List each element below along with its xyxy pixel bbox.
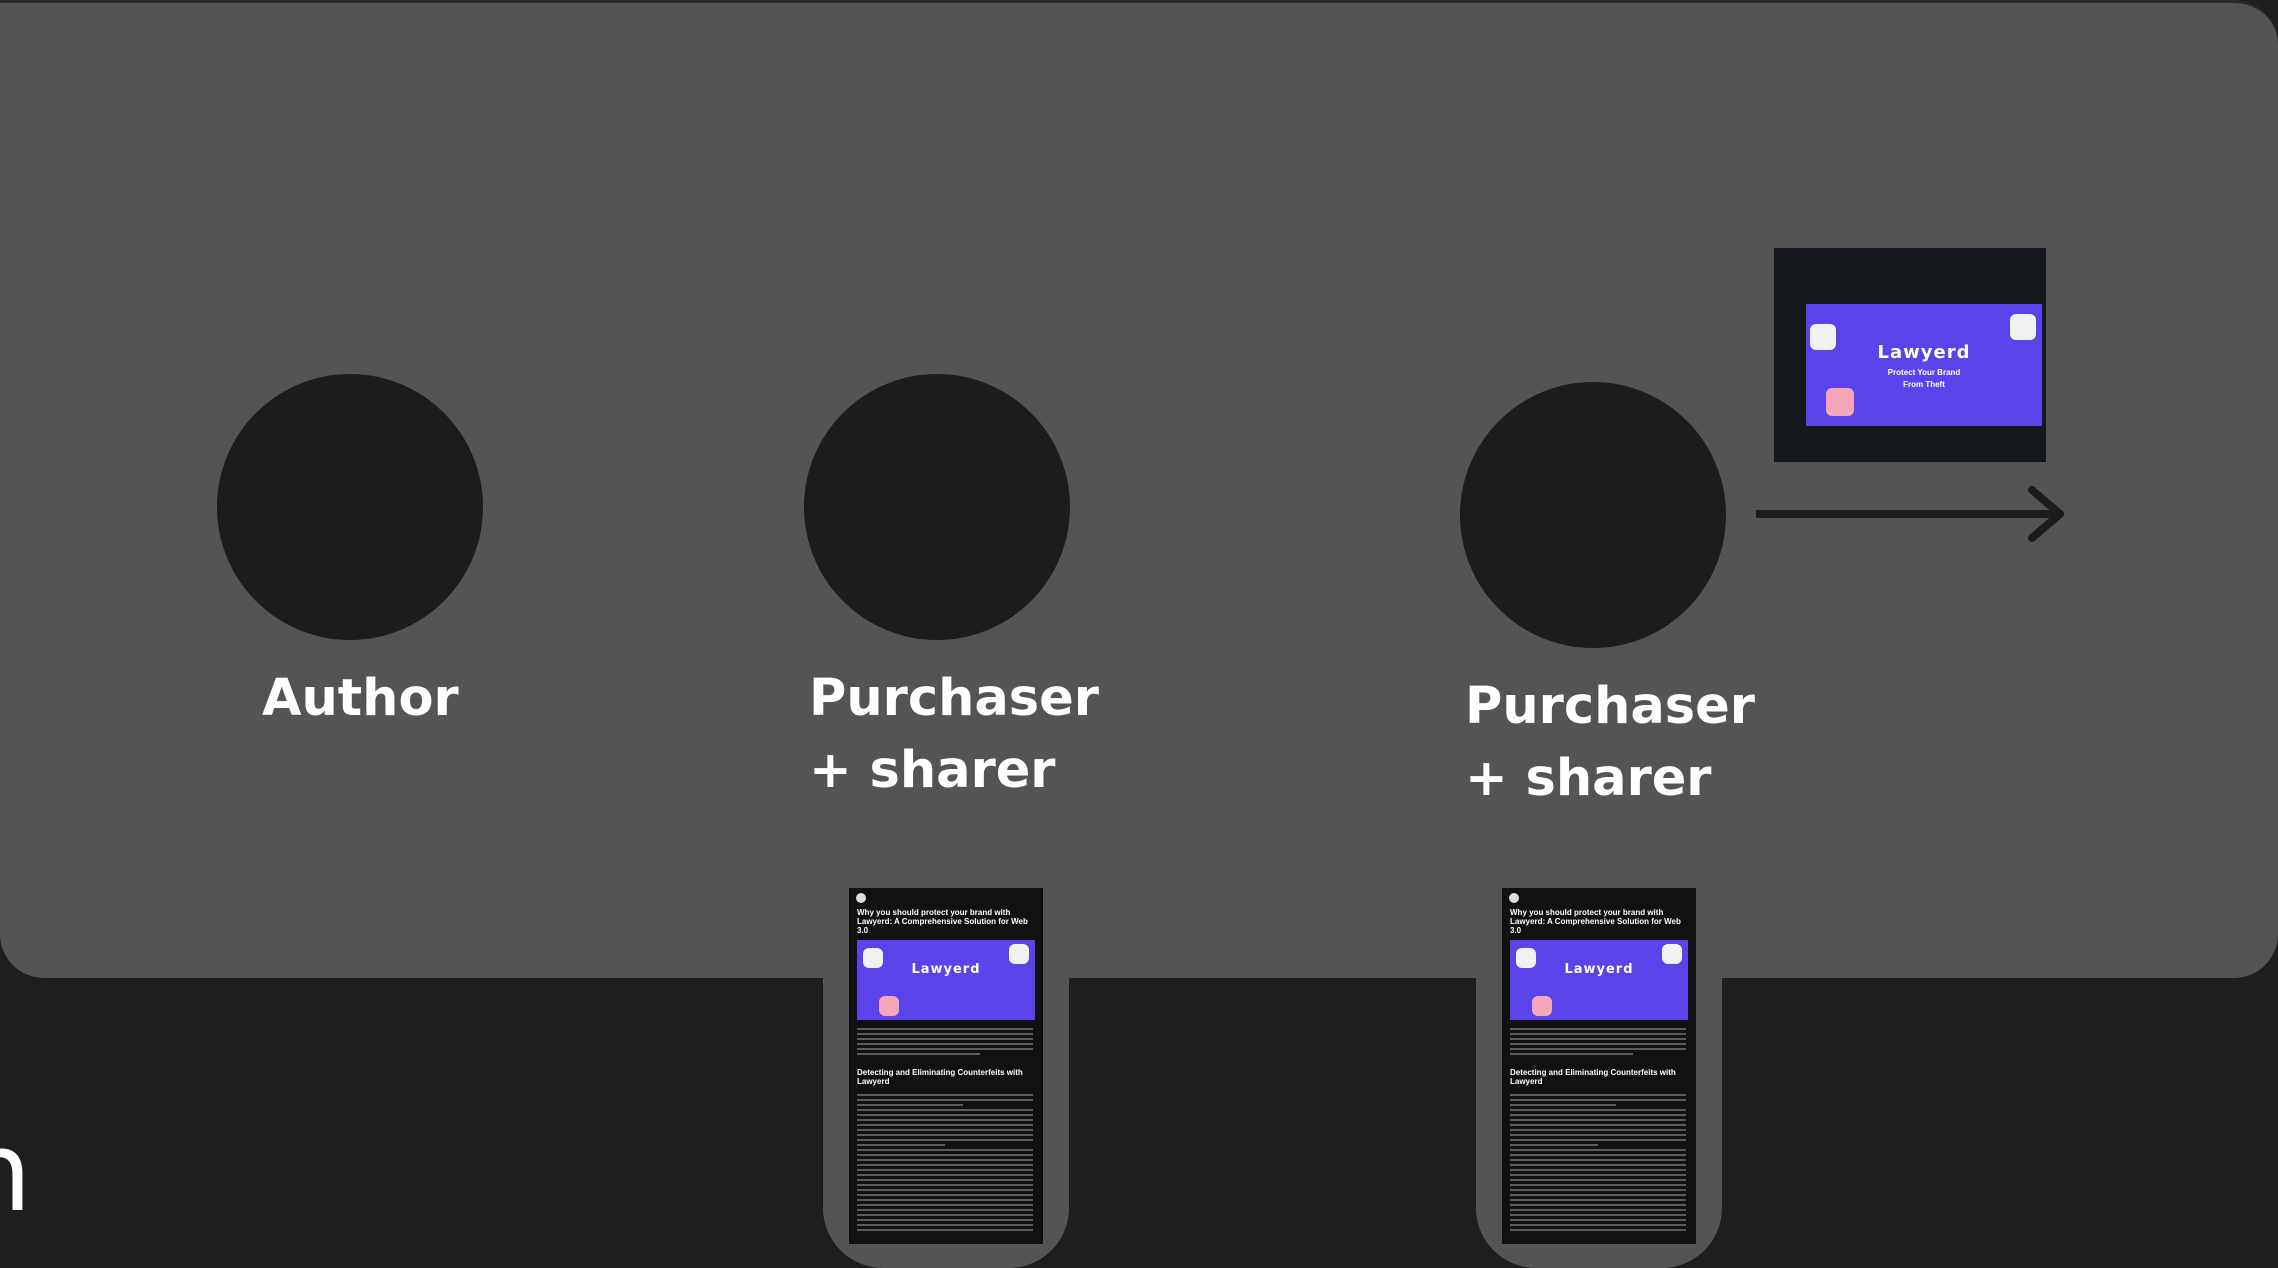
post-banner: Lawyerd Protect Your Brand From Theft — [1806, 304, 2042, 426]
sticker-icon — [1826, 388, 1854, 416]
post-tagline-2: From Theft — [1903, 380, 1945, 389]
sticker-icon — [1532, 996, 1552, 1016]
purchaser-label-1: Purchaser + sharer — [809, 663, 1099, 807]
article-brand: Lawyerd — [1564, 962, 1634, 977]
sticker-icon — [2010, 314, 2036, 340]
article-thumbnail-1: Why you should protect your brand with L… — [849, 888, 1043, 1244]
post-tagline-1: Protect Your Brand — [1887, 368, 1961, 377]
author-label-line-1: Author — [262, 669, 459, 728]
purchaser-2-label-line-1: Purchaser — [1465, 677, 1755, 736]
article-body-lines — [1510, 1094, 1686, 1234]
article-title: Why you should protect your brand with L… — [857, 908, 1028, 935]
post-brand: Lawyerd — [1877, 342, 1971, 363]
sticker-icon — [1662, 944, 1682, 964]
article-body-lines — [857, 1028, 1033, 1058]
purchaser-1-label-line-2: + sharer — [809, 741, 1056, 800]
author-label: Author — [262, 663, 459, 735]
article-body-lines — [857, 1094, 1033, 1234]
article-section-heading: Detecting and Eliminating Counterfeits w… — [857, 1068, 1023, 1086]
author-node — [217, 374, 483, 640]
article-body-lines — [1510, 1028, 1686, 1058]
purchaser-node-2 — [1460, 382, 1726, 648]
purchaser-1-label-line-1: Purchaser — [809, 669, 1099, 728]
article-thumbnail-2: Why you should protect your brand with L… — [1502, 888, 1696, 1244]
article-title: Why you should protect your brand with L… — [1510, 908, 1681, 935]
purchaser-2-label-line-2: + sharer — [1465, 749, 1712, 808]
purchaser-label-2: Purchaser + sharer — [1465, 671, 1755, 815]
avatar — [1509, 893, 1519, 903]
purchaser-node-1 — [804, 374, 1070, 640]
sticker-icon — [879, 996, 899, 1016]
article-brand: Lawyerd — [911, 962, 981, 977]
article-section-heading: Detecting and Eliminating Counterfeits w… — [1510, 1068, 1676, 1086]
article-banner: Lawyerd — [857, 940, 1035, 1020]
social-post-thumbnail: Lawyerd Protect Your Brand From Theft — [1774, 248, 2046, 462]
cropped-glyph: n — [0, 1112, 32, 1232]
sticker-icon — [1009, 944, 1029, 964]
avatar — [856, 893, 866, 903]
article-banner: Lawyerd — [1510, 940, 1688, 1020]
share-arrow — [1756, 486, 2064, 542]
